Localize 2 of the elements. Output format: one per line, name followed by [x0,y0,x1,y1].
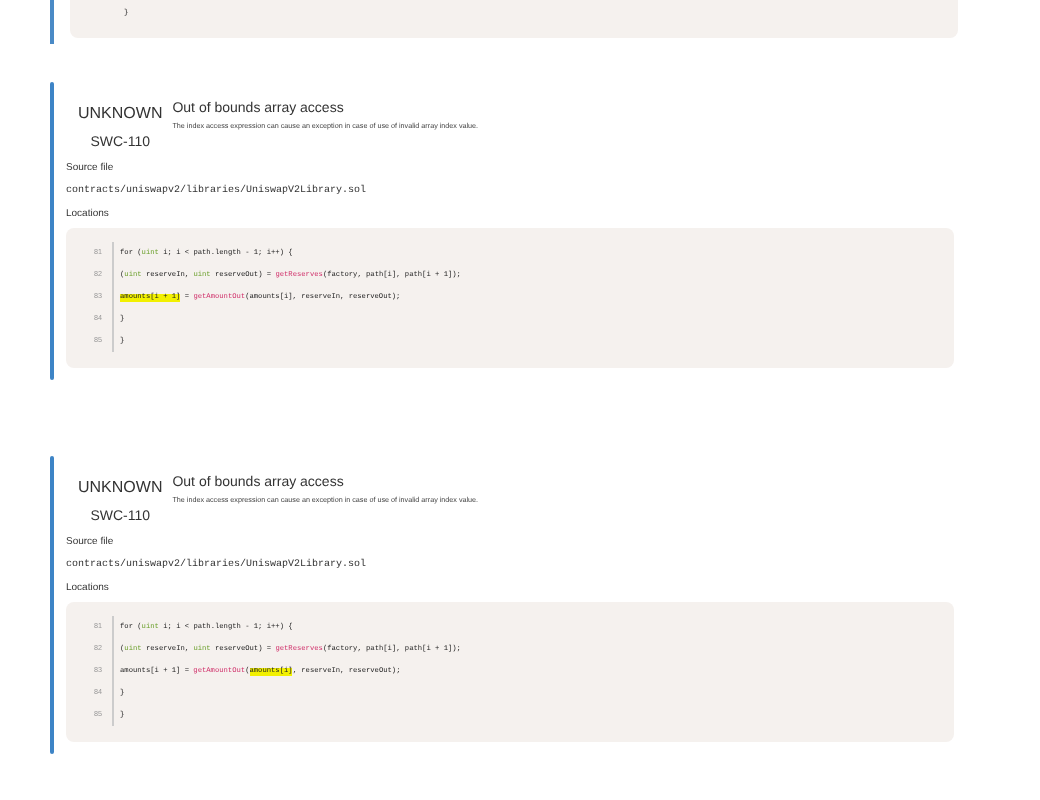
severity-label: UNKNOWN [78,104,163,122]
severity-label: UNKNOWN [78,478,163,496]
